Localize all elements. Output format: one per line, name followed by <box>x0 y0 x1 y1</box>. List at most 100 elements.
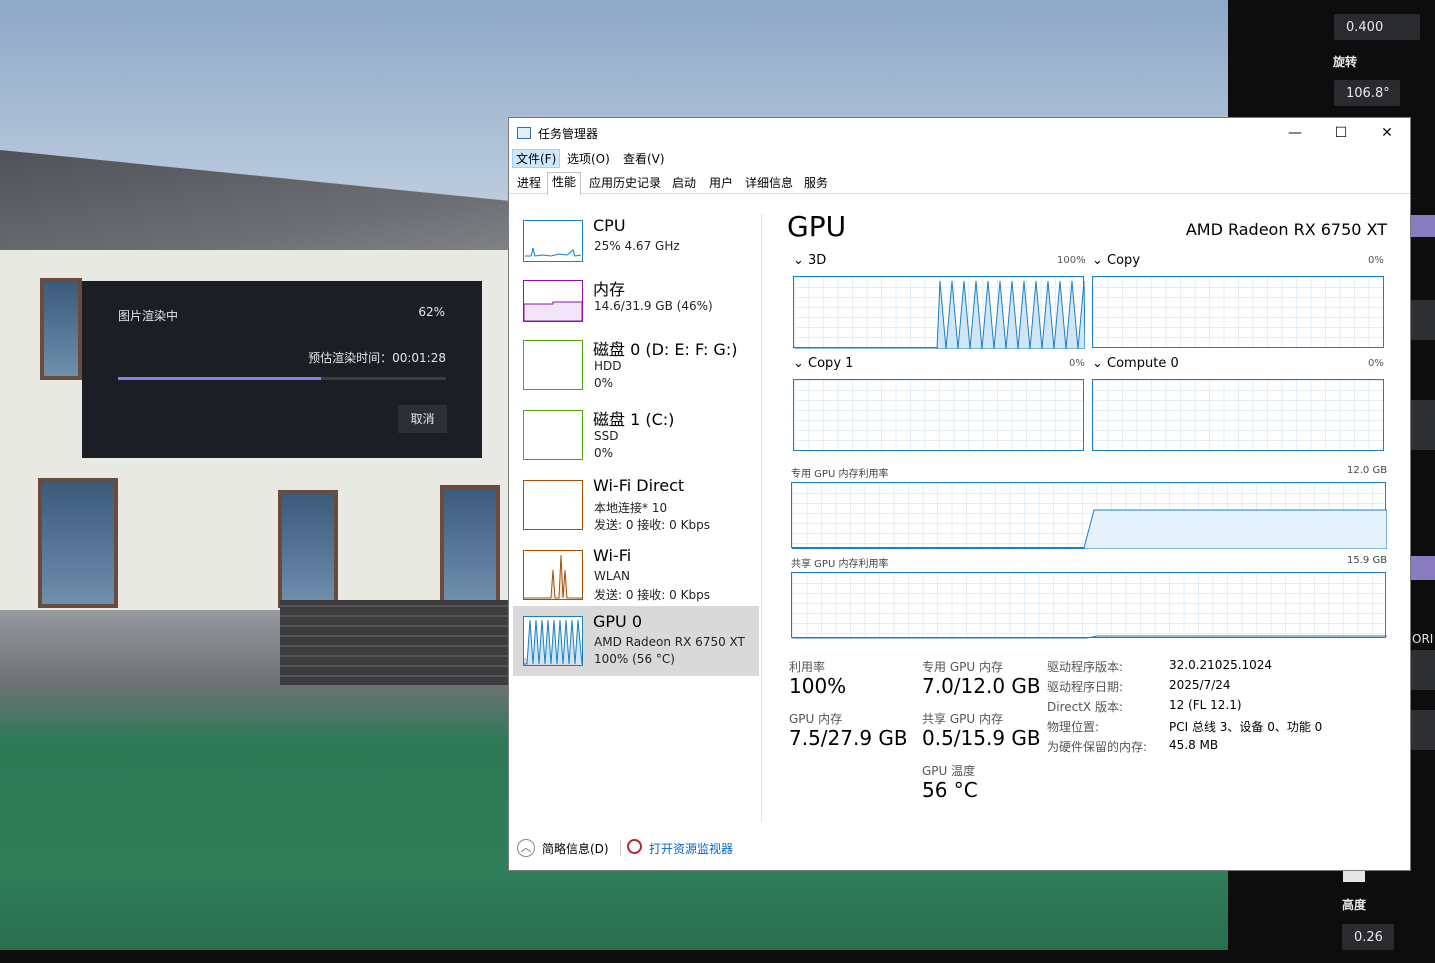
resource-detail: SSD <box>594 429 619 443</box>
thumbnail-frame <box>523 340 583 390</box>
bottom-bar <box>0 950 1228 963</box>
brick-base <box>280 600 510 685</box>
dedicated-mem-graph <box>791 482 1387 549</box>
render-progress-bar <box>118 377 446 380</box>
menu-file[interactable]: 文件(F) <box>512 149 561 168</box>
engine-copy-pct: 0% <box>1368 255 1384 266</box>
maximize-button[interactable]: ☐ <box>1318 118 1364 148</box>
side-text: ORI <box>1412 632 1434 646</box>
info-value: 45.8 MB <box>1169 738 1219 752</box>
resource-detail: 本地连接* 10 <box>594 501 668 515</box>
engine-compute0-pct: 0% <box>1368 358 1384 369</box>
panel-slider[interactable] <box>1410 215 1435 237</box>
engine-name: 3D <box>808 253 827 268</box>
fewer-details-link[interactable]: 简略信息(D) <box>542 840 609 857</box>
engine-name: Compute 0 <box>1107 356 1179 371</box>
task-manager-icon <box>517 127 531 139</box>
render-progress-fill <box>118 377 322 380</box>
engine-copy-graph <box>1092 276 1384 348</box>
temp-label: GPU 温度 <box>922 764 976 778</box>
tab-app-history[interactable]: 应用历史记录 <box>585 174 665 194</box>
shared-label: 共享 GPU 内存 <box>922 712 1003 726</box>
resource-usage: 100% (56 °C) <box>594 652 675 666</box>
resource-disk-0[interactable]: 磁盘 0 (D: E: F: G:) HDD 0% <box>513 330 759 400</box>
wifi-direct-thumbnail <box>523 480 583 530</box>
thumbnail-frame <box>523 410 583 460</box>
value-input[interactable]: 0.400 <box>1334 14 1420 40</box>
engine-3d-label[interactable]: ⌄ 3D <box>793 253 826 268</box>
info-key: DirectX 版本: <box>1047 700 1124 714</box>
panel-strip <box>1410 300 1435 340</box>
gpu-header: GPU <box>787 210 847 243</box>
building-door <box>278 490 338 608</box>
gpu-mem-label: GPU 内存 <box>789 712 843 726</box>
resource-name: 内存 <box>593 280 626 299</box>
resource-usage: 发送: 0 接收: 0 Kbps <box>594 588 710 602</box>
height-input[interactable]: 0.26 <box>1342 924 1394 950</box>
menu-bar: 文件(F) 选项(O) 查看(V) <box>509 148 1410 168</box>
shared-value: 0.5/15.9 GB <box>922 726 1041 750</box>
shared-mem-graph <box>791 572 1387 639</box>
chevron-up-icon[interactable]: ︿ <box>517 839 535 857</box>
resource-wifi-direct[interactable]: Wi-Fi Direct 本地连接* 10 发送: 0 接收: 0 Kbps <box>513 470 759 540</box>
dedicated-value: 7.0/12.0 GB <box>922 674 1041 698</box>
building-window <box>40 278 82 380</box>
resource-disk-1[interactable]: 磁盘 1 (C:) SSD 0% <box>513 400 759 470</box>
util-label: 利用率 <box>789 660 826 674</box>
engine-copy1-pct: 0% <box>1069 358 1085 369</box>
render-eta: 预估渲染时间：00:01:28 <box>308 351 446 365</box>
engine-name: Copy 1 <box>808 356 854 371</box>
info-key: 驱动程序日期: <box>1047 680 1124 694</box>
resource-name: 磁盘 1 (C:) <box>593 410 675 429</box>
resource-usage: 0% <box>594 376 614 390</box>
engine-copy-label[interactable]: ⌄ Copy <box>1092 253 1140 268</box>
resource-name: 磁盘 0 (D: E: F: G:) <box>593 340 738 359</box>
engine-3d-graph <box>793 276 1085 349</box>
shared-usage-line <box>792 635 1387 639</box>
tab-startup[interactable]: 启动 <box>668 174 700 194</box>
tab-performance[interactable]: 性能 <box>547 172 582 195</box>
window-title: 任务管理器 <box>538 127 599 141</box>
menu-view[interactable]: 查看(V) <box>623 150 665 167</box>
rotate-input[interactable]: 106.8° <box>1334 80 1400 106</box>
gpu-thumbnail <box>523 616 583 666</box>
resource-name: GPU 0 <box>593 612 643 631</box>
engine-compute0-label[interactable]: ⌄ Compute 0 <box>1092 356 1179 371</box>
height-label: 高度 <box>1342 898 1367 912</box>
engine-copy1-graph <box>793 379 1084 451</box>
info-value: 12 (FL 12.1) <box>1169 698 1242 712</box>
gpu-mem-value: 7.5/27.9 GB <box>789 726 908 750</box>
minimize-button[interactable]: — <box>1272 118 1318 148</box>
info-key: 驱动程序版本: <box>1047 660 1124 674</box>
shared-mem-max: 15.9 GB <box>1347 555 1388 566</box>
resource-detail: AMD Radeon RX 6750 XT <box>594 635 745 649</box>
title-bar[interactable]: 任务管理器 — ☐ ✕ <box>509 118 1410 148</box>
menu-options[interactable]: 选项(O) <box>567 150 610 167</box>
engine-copy1-label[interactable]: ⌄ Copy 1 <box>793 356 853 371</box>
building-window <box>38 478 118 608</box>
tab-processes[interactable]: 进程 <box>513 174 545 194</box>
tab-services[interactable]: 服务 <box>800 174 832 194</box>
3d-usage-line <box>794 280 1085 349</box>
resource-gpu-0[interactable]: GPU 0 AMD Radeon RX 6750 XT 100% (56 °C) <box>513 606 759 676</box>
wifi-line <box>524 554 582 599</box>
info-value: 32.0.21025.1024 <box>1169 658 1273 672</box>
open-resource-monitor-link[interactable]: 打开资源监视器 <box>649 840 733 857</box>
memory-area <box>523 301 583 322</box>
resource-name: Wi-Fi <box>593 546 632 565</box>
chevron-down-icon: ⌄ <box>793 253 809 268</box>
resource-wifi[interactable]: Wi-Fi WLAN 发送: 0 接收: 0 Kbps <box>513 540 759 610</box>
footer: ︿ 简略信息(D) 打开资源监视器 <box>509 830 1410 870</box>
panel-slider[interactable] <box>1410 556 1435 580</box>
resource-usage: 0% <box>594 446 614 460</box>
tab-users[interactable]: 用户 <box>705 174 737 194</box>
rotate-label: 旋转 <box>1333 55 1358 69</box>
info-value: PCI 总线 3、设备 0、功能 0 <box>1169 720 1323 734</box>
cancel-button[interactable]: 取消 <box>398 405 447 433</box>
tab-details[interactable]: 详细信息 <box>741 174 797 194</box>
close-button[interactable]: ✕ <box>1364 118 1410 148</box>
dedicated-usage-area <box>792 509 1387 549</box>
resource-detail: 14.6/31.9 GB (46%) <box>594 299 713 313</box>
render-title: 图片渲染中 <box>118 309 179 323</box>
divider <box>761 214 762 822</box>
